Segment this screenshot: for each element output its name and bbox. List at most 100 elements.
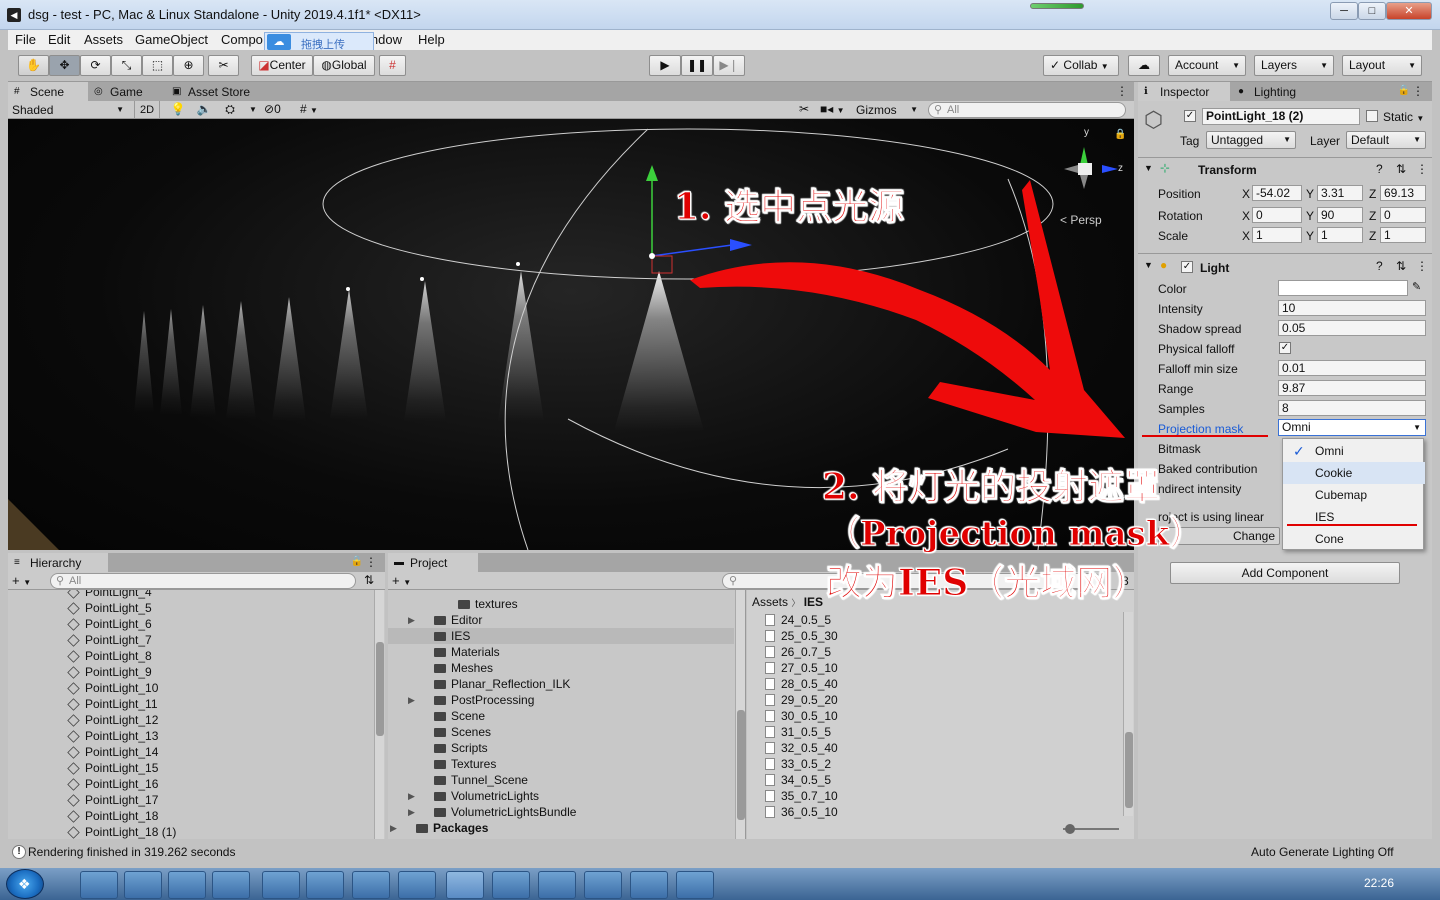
hierarchy-search-input[interactable]: ⚲ All [50,573,356,589]
static-dropdown[interactable]: Static ▼ [1383,110,1424,124]
rect-tool-icon[interactable]: ⬚ [142,55,173,76]
effects-toggle-icon[interactable]: ⛭ [220,102,240,117]
close-button[interactable]: ✕ [1386,2,1432,20]
scroll-thumb[interactable] [737,710,745,820]
tab-scene[interactable]: # Scene [8,82,88,102]
folder-row[interactable]: Meshes [388,660,734,676]
chevron-right-icon[interactable]: ▶ [408,804,415,820]
projection-mask-dropdown[interactable]: Omni ▼ [1278,419,1426,436]
hierarchy-row[interactable]: PointLight_10 [67,680,158,696]
step-button[interactable]: ▶❘ [713,55,745,76]
position-x-field[interactable]: -54.02 [1252,185,1302,201]
hierarchy-row[interactable]: PointLight_18 (1) [67,824,176,839]
app-icon[interactable] [398,871,436,899]
chevron-right-icon[interactable]: ▶ [408,612,415,628]
breadcrumb-ies[interactable]: IES [804,595,823,609]
help-icon[interactable]: ? [1376,162,1383,176]
pivot-center-button[interactable]: ◪Center [251,55,313,76]
gizmos-dropdown[interactable]: Gizmos ▼ [854,102,920,118]
light-header[interactable]: ▼ ● ✓ Light ? ⇅ ⋮ [1138,253,1432,277]
account-dropdown[interactable]: Account ▼ [1168,55,1246,76]
hierarchy-row[interactable]: PointLight_4 [67,590,152,600]
menu-help[interactable]: Help [418,32,445,47]
layer-dropdown[interactable]: Default ▼ [1346,131,1426,149]
file-row[interactable]: 31_0.5_5 [765,724,831,740]
app-icon[interactable] [124,871,162,899]
menu-gameobject[interactable]: GameObject [135,32,208,47]
menu-component[interactable]: Compo [221,32,263,47]
object-name-field[interactable]: PointLight_18 (2) [1202,108,1360,125]
hand-tool-icon[interactable]: ✋ [18,55,49,76]
layers-dropdown[interactable]: Layers ▼ [1254,55,1334,76]
scale-x-field[interactable]: 1 [1252,227,1302,243]
hierarchy-row[interactable]: PointLight_9 [67,664,152,680]
effects-dropdown-icon[interactable]: ▼ [246,102,260,118]
layout-dropdown[interactable]: Layout ▼ [1342,55,1422,76]
menu-file[interactable]: File [15,32,36,47]
hierarchy-row[interactable]: PointLight_5 [67,600,152,616]
component-menu-icon[interactable]: ⋮ [1416,259,1428,273]
maximize-button[interactable]: □ [1358,2,1386,20]
upload-overlay[interactable]: ☁ 拖拽上传 [264,32,374,52]
folder-row[interactable]: Materials [388,644,734,660]
file-row[interactable]: 35_0.7_10 [765,788,838,804]
hierarchy-row[interactable]: PointLight_11 [67,696,158,712]
tools-icon[interactable]: ✂ [794,102,814,116]
folder-row[interactable]: Tunnel_Scene [388,772,734,788]
folder-row[interactable]: ▶ Editor [388,612,734,628]
breadcrumb-assets[interactable]: Assets [752,595,788,609]
file-row[interactable]: 25_0.5_30 [765,628,838,644]
file-row[interactable]: 30_0.5_10 [765,708,838,724]
file-row[interactable]: 27_0.5_10 [765,660,838,676]
lighting-toggle-icon[interactable]: 💡 [168,102,188,116]
option-cubemap[interactable]: Cubemap [1283,484,1425,506]
hierarchy-row[interactable]: PointLight_6 [67,616,152,632]
folder-scrollbar[interactable] [735,590,745,839]
app-icon[interactable] [306,871,344,899]
hierarchy-row[interactable]: PointLight_17 [67,792,158,808]
option-cone[interactable]: Cone [1283,528,1425,550]
rotation-y-field[interactable]: 90 [1317,207,1363,223]
file-scrollbar[interactable] [1123,612,1133,816]
intensity-field[interactable]: 10 [1278,300,1426,316]
camera-icon[interactable]: ■◂ ▼ [820,102,850,116]
scale-z-field[interactable]: 1 [1380,227,1426,243]
tab-project[interactable]: ▬ Project [388,553,478,573]
hierarchy-row[interactable]: PointLight_13 [67,728,158,744]
scene-search-input[interactable]: ⚲ All [928,102,1126,118]
tab-lighting[interactable]: ● Lighting [1232,82,1322,102]
hierarchy-row[interactable]: PointLight_14 [67,744,158,760]
falloff-min-field[interactable]: 0.01 [1278,360,1426,376]
folder-row[interactable]: ▶ PostProcessing [388,692,734,708]
rotation-x-field[interactable]: 0 [1252,207,1302,223]
folder-row[interactable]: IES [388,628,734,644]
cloud-icon[interactable]: ☁ [1128,55,1160,76]
minimize-button[interactable]: ─ [1330,2,1358,20]
folder-row[interactable]: Scripts [388,740,734,756]
audio-toggle-icon[interactable]: 🔈 [194,102,214,116]
range-field[interactable]: 9.87 [1278,380,1426,396]
hierarchy-lock-icon[interactable]: 🔒 [351,556,363,567]
hierarchy-row[interactable]: PointLight_8 [67,648,152,664]
hierarchy-row[interactable]: PointLight_18 [67,808,158,824]
shading-mode-dropdown[interactable]: Shaded ▼ [10,102,128,118]
unity-taskbar-icon[interactable] [446,871,484,899]
file-row[interactable]: 36_0.5_10 [765,804,838,820]
hierarchy-row[interactable]: PointLight_15 [67,760,158,776]
file-row[interactable]: 33_0.5_2 [765,756,831,772]
move-tool-icon[interactable]: ✥ [49,55,80,76]
preset-icon[interactable]: ⇅ [1396,162,1406,176]
hierarchy-menu-icon[interactable]: ⋮ [365,555,377,569]
snap-grid-icon[interactable]: # [379,55,406,76]
file-row[interactable]: 34_0.5_5 [765,772,831,788]
tab-asset-store[interactable]: ▣ Asset Store [166,82,276,102]
chevron-right-icon[interactable]: ▶ [390,820,397,836]
eyedropper-icon[interactable]: ✎ [1412,280,1421,293]
explorer-icon[interactable] [212,871,250,899]
option-cookie[interactable]: Cookie [1283,462,1425,484]
active-checkbox[interactable]: ✓ [1184,110,1196,122]
static-checkbox[interactable] [1366,110,1378,122]
scene-visibility-icon[interactable]: ⇅ [364,573,374,587]
file-row[interactable]: 28_0.5_40 [765,676,838,692]
file-row[interactable]: 26_0.7_5 [765,644,831,660]
